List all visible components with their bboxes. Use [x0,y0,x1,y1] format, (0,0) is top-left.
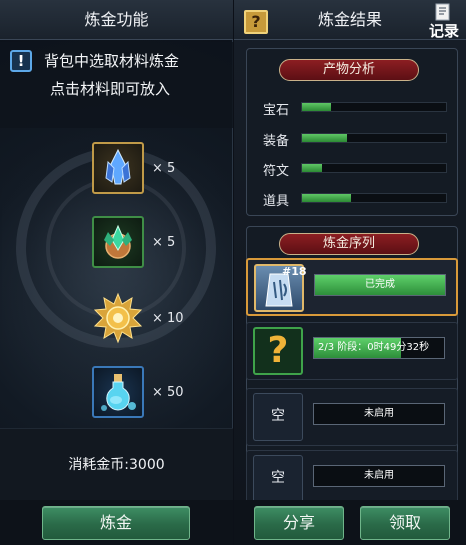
record-button[interactable]: 记录 [426,2,462,40]
stat-fill-gem [302,103,331,111]
stat-label-gem: 宝石 [263,103,290,118]
stat-bar-rune [301,163,447,173]
question-mark: ? [267,330,289,371]
gold-sun-medal-icon [93,292,143,344]
stat-fill-rune [302,164,323,172]
slot-status-text: 未启用 [364,408,394,419]
green-gem-icon [104,224,132,259]
stat-label-rune: 符文 [263,164,290,179]
material-qty-3: × 10 [152,311,184,326]
stat-fill-item [302,194,351,202]
record-label: 记录 [428,22,459,40]
slot-status-bar: 2/3 阶段：0时49分32秒 [313,337,445,359]
left-button-bar: 炼金 [0,500,233,545]
material-slot-2[interactable] [92,216,144,268]
hint-text-line2: 点击材料即可放入 [50,80,171,98]
material-slot-4[interactable] [92,366,144,418]
slot-status-bar: 已完成 [314,274,446,296]
help-button[interactable]: ? [244,10,268,34]
hint-text-line1: 背包中选取材料炼金 [44,52,180,70]
material-qty-2: × 5 [152,235,176,250]
stat-bar-item [301,193,447,203]
stat-label-item: 道具 [263,194,290,209]
product-analysis-section: 产物分析 宝石 装备 符文 道具 [246,48,458,216]
empty-slot-icon: 空 [253,455,303,503]
alchemy-function-panel: 炼金功能 ! 背包中选取材料炼金 点击材料即可放入 × 5 × 5 × 10 ×… [0,0,233,545]
gold-cost: 消耗金币:3000 [0,428,233,500]
slot-status-text: 2/3 阶段：0时49分32秒 [318,342,430,353]
right-button-bar: 分享 领取 [234,500,466,545]
product-analysis-title: 产物分析 [279,59,419,81]
material-area: × 5 × 5 × 10 × 50 [2,128,231,428]
stat-label-equipment: 装备 [263,134,290,149]
stat-bar-gem [301,102,447,112]
blue-potion-icon [101,374,136,411]
slot-status-bar: 未启用 [313,465,445,487]
material-qty-4: × 50 [152,385,184,400]
unknown-item-icon: ? [253,327,303,375]
stat-bar-equipment [301,133,447,143]
blue-crystal-icon [105,148,131,185]
slot-status-bar: 未启用 [313,403,445,425]
scroll-icon [435,3,450,21]
claim-button[interactable]: 领取 [360,506,450,540]
empty-slot-icon: 空 [253,393,303,441]
sequence-slot-1[interactable]: #18 已完成 [246,258,458,316]
slot-number-badge: #18 [282,265,307,278]
sequence-slot-2[interactable]: ? 2/3 阶段：0时49分32秒 [246,322,458,380]
rune-tablet-icon: #18 [254,264,307,312]
share-button[interactable]: 分享 [254,506,344,540]
slot-status-text: 已完成 [365,279,395,290]
alchemy-result-panel: 炼金结果 ? 记录 产物分析 宝石 装备 符文 道具 炼金序列 #18 已完成 … [234,0,466,545]
slot-status-text: 未启用 [364,470,394,481]
stat-fill-equipment [302,134,347,142]
sequence-slot-3[interactable]: 空 未启用 [246,388,458,446]
material-slot-3[interactable] [92,292,144,344]
material-slot-1[interactable] [92,142,144,194]
material-qty-1: × 5 [152,161,176,176]
alchemy-button[interactable]: 炼金 [42,506,190,540]
hint-box: ! 背包中选取材料炼金 点击材料即可放入 [0,42,233,128]
alchemy-sequence-title: 炼金序列 [279,233,419,255]
info-icon: ! [10,50,32,72]
panel-title: 炼金功能 [0,0,233,40]
